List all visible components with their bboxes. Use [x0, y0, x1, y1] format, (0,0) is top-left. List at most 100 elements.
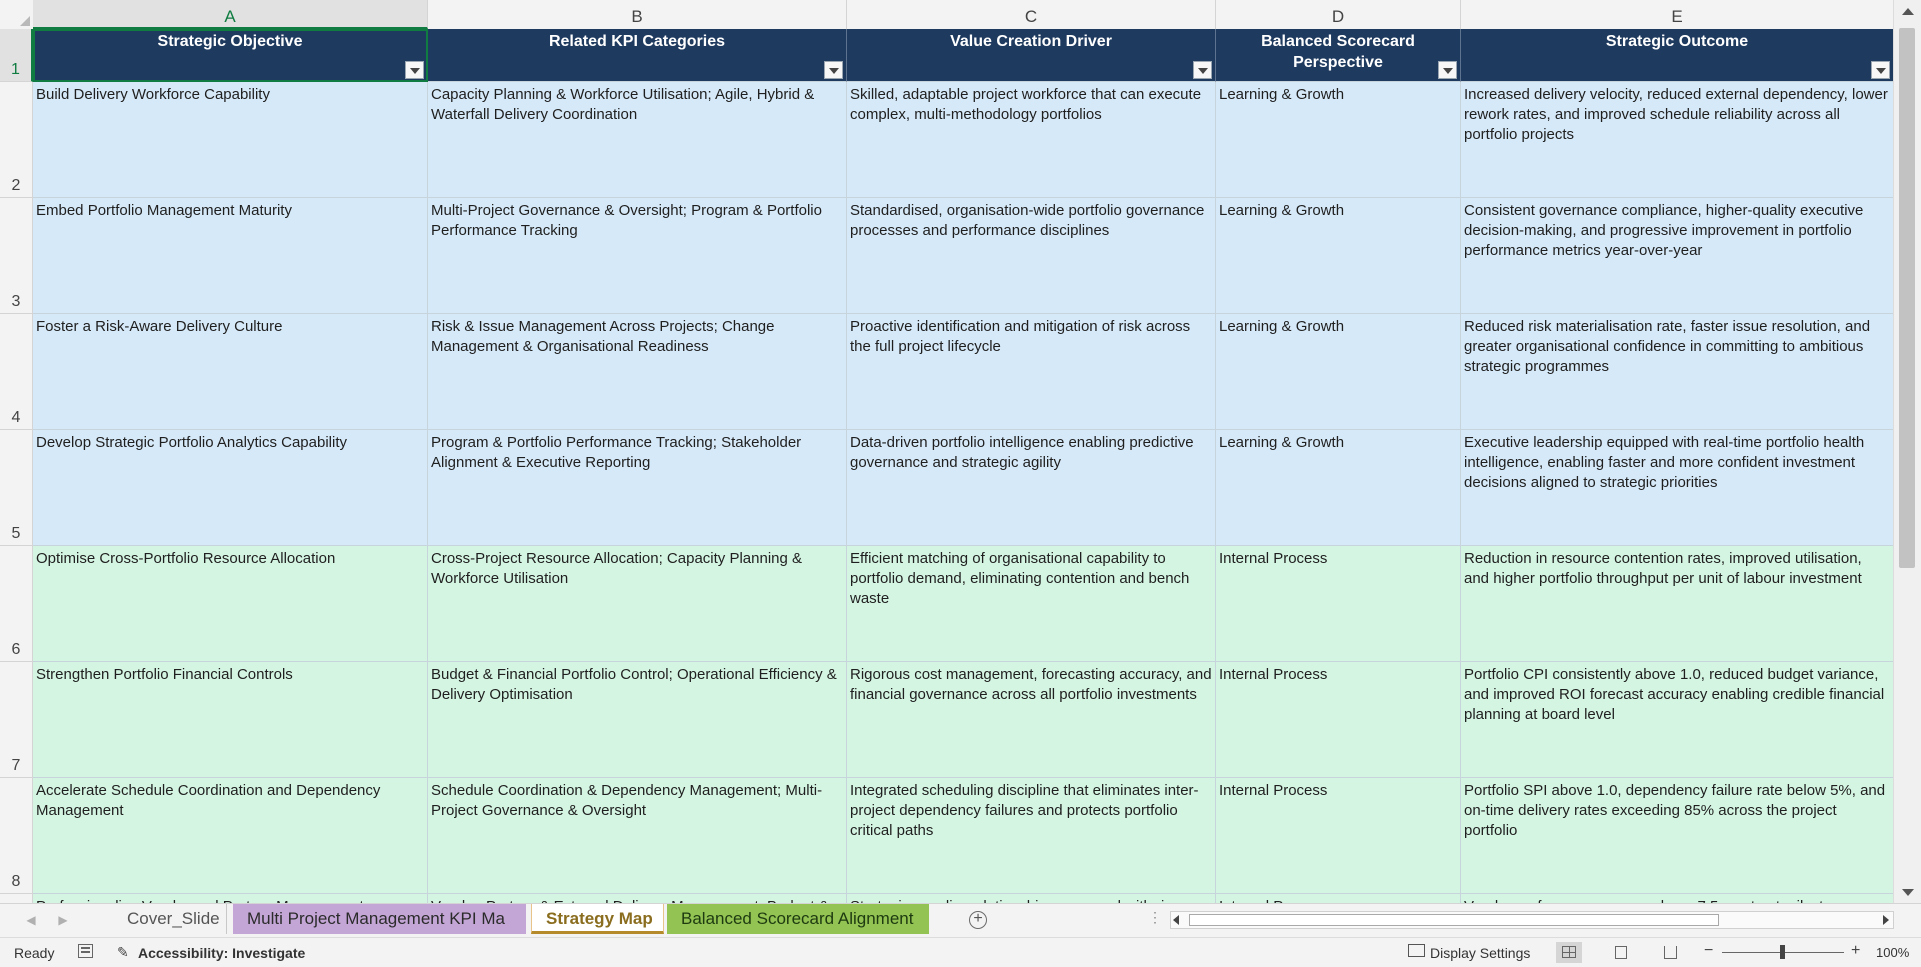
- zoom-out-icon[interactable]: −: [1704, 942, 1713, 960]
- column-header-e[interactable]: E: [1461, 0, 1894, 29]
- vertical-scroll-thumb[interactable]: [1899, 28, 1915, 568]
- cell-e6[interactable]: Reduction in resource contention rates, …: [1461, 546, 1894, 662]
- cell-c7[interactable]: Rigorous cost management, forecasting ac…: [847, 662, 1216, 778]
- page-break-preview-icon[interactable]: [1657, 942, 1683, 963]
- cell-c4[interactable]: Proactive identification and mitigation …: [847, 314, 1216, 430]
- page-layout-view-icon[interactable]: [1608, 942, 1634, 963]
- column-header-c[interactable]: C: [847, 0, 1216, 29]
- cell-d5[interactable]: Learning & Growth: [1216, 430, 1461, 546]
- cell-b7[interactable]: Budget & Financial Portfolio Control; Op…: [428, 662, 847, 778]
- zoom-level[interactable]: 100%: [1876, 945, 1909, 960]
- cell-e9[interactable]: Vendor performance scores above 7.5, con…: [1461, 894, 1894, 903]
- cell-a2[interactable]: Build Delivery Workforce Capability: [33, 82, 428, 198]
- cell-a4[interactable]: Foster a Risk-Aware Delivery Culture: [33, 314, 428, 430]
- sheet-tab-balanced-scorecard-alignment[interactable]: Balanced Scorecard Alignment: [667, 904, 929, 934]
- cell-a7[interactable]: Strengthen Portfolio Financial Controls: [33, 662, 428, 778]
- previous-sheet-icon[interactable]: ◀: [24, 912, 38, 928]
- zoom-in-icon[interactable]: +: [1851, 942, 1860, 960]
- accessibility-icon[interactable]: ✎: [117, 944, 133, 960]
- cell-c3[interactable]: Standardised, organisation-wide portfoli…: [847, 198, 1216, 314]
- column-header-a[interactable]: A: [33, 0, 428, 29]
- cell-e3[interactable]: Consistent governance compliance, higher…: [1461, 198, 1894, 314]
- scroll-right-arrow-icon[interactable]: [1883, 915, 1889, 925]
- cell-b2[interactable]: Capacity Planning & Workforce Utilisatio…: [428, 82, 847, 198]
- row-header-8[interactable]: 8: [0, 778, 33, 894]
- header-text: Balanced Scorecard Perspective: [1261, 33, 1415, 71]
- cell-a3[interactable]: Embed Portfolio Management Maturity: [33, 198, 428, 314]
- header-cell-balanced-scorecard-perspective[interactable]: Balanced Scorecard Perspective: [1216, 29, 1461, 82]
- cell-a8[interactable]: Accelerate Schedule Coordination and Dep…: [33, 778, 428, 894]
- zoom-slider-thumb[interactable]: [1780, 945, 1785, 959]
- cell-d4[interactable]: Learning & Growth: [1216, 314, 1461, 430]
- cell-e5[interactable]: Executive leadership equipped with real-…: [1461, 430, 1894, 546]
- row-header-2[interactable]: 2: [0, 82, 33, 198]
- cell-b8[interactable]: Schedule Coordination & Dependency Manag…: [428, 778, 847, 894]
- cell-c6[interactable]: Efficient matching of organisational cap…: [847, 546, 1216, 662]
- cell-b9[interactable]: Vendor, Partner & External Delivery Mana…: [428, 894, 847, 903]
- header-cell-strategic-objective[interactable]: Strategic Objective: [33, 29, 428, 82]
- cell-e4[interactable]: Reduced risk materialisation rate, faste…: [1461, 314, 1894, 430]
- header-cell-value-creation-driver[interactable]: Value Creation Driver: [847, 29, 1216, 82]
- scroll-up-arrow-icon[interactable]: [1894, 0, 1921, 22]
- cell-d2[interactable]: Learning & Growth: [1216, 82, 1461, 198]
- cell-e7[interactable]: Portfolio CPI consistently above 1.0, re…: [1461, 662, 1894, 778]
- header-cell-related-kpi-categories[interactable]: Related KPI Categories: [428, 29, 847, 82]
- cell-b6[interactable]: Cross-Project Resource Allocation; Capac…: [428, 546, 847, 662]
- filter-dropdown-icon[interactable]: [405, 61, 424, 79]
- more-options-icon[interactable]: ⋮: [1148, 909, 1162, 926]
- add-sheet-icon[interactable]: +: [969, 911, 987, 929]
- cell-c8[interactable]: Integrated scheduling discipline that el…: [847, 778, 1216, 894]
- cell-b5[interactable]: Program & Portfolio Performance Tracking…: [428, 430, 847, 546]
- sheet-tab-cover-slide[interactable]: Cover_Slide: [113, 904, 227, 934]
- next-sheet-icon[interactable]: ▶: [56, 912, 70, 928]
- header-cell-strategic-outcome[interactable]: Strategic Outcome: [1461, 29, 1894, 82]
- cell-b4[interactable]: Risk & Issue Management Across Projects;…: [428, 314, 847, 430]
- sheet-tab-strategy-map[interactable]: Strategy Map: [531, 904, 664, 934]
- cell-e8[interactable]: Portfolio SPI above 1.0, dependency fail…: [1461, 778, 1894, 894]
- cell-d6[interactable]: Internal Process: [1216, 546, 1461, 662]
- row-header-3[interactable]: 3: [0, 198, 33, 314]
- row-header-1[interactable]: 1: [0, 29, 33, 82]
- header-text: Strategic Objective: [157, 33, 303, 50]
- status-bar: Ready ✎ Accessibility: Investigate Displ…: [0, 937, 1921, 967]
- row-header-6[interactable]: 6: [0, 546, 33, 662]
- cell-c9[interactable]: Strategic supplier relationships managed…: [847, 894, 1216, 903]
- status-ready-text: Ready: [14, 945, 55, 961]
- sheet-tab-multi-project-management-kpi[interactable]: Multi Project Management KPI Ma: [233, 904, 526, 934]
- header-text: Strategic Outcome: [1605, 33, 1749, 50]
- normal-view-icon[interactable]: [1556, 942, 1582, 963]
- row-header-5[interactable]: 5: [0, 430, 33, 546]
- filter-dropdown-icon[interactable]: [824, 61, 843, 79]
- column-header-b[interactable]: B: [428, 0, 847, 29]
- scroll-down-arrow-icon[interactable]: [1894, 881, 1921, 903]
- filter-dropdown-icon[interactable]: [1193, 61, 1212, 79]
- cell-e2[interactable]: Increased delivery velocity, reduced ext…: [1461, 82, 1894, 198]
- sheet-tab-bar: ◀ ▶ Cover_Slide Multi Project Management…: [0, 903, 1921, 938]
- select-all-corner[interactable]: [0, 0, 34, 29]
- cell-d8[interactable]: Internal Process: [1216, 778, 1461, 894]
- row-header-7[interactable]: 7: [0, 662, 33, 778]
- cell-c5[interactable]: Data-driven portfolio intelligence enabl…: [847, 430, 1216, 546]
- scroll-left-arrow-icon[interactable]: [1173, 915, 1179, 925]
- accessibility-status[interactable]: Accessibility: Investigate: [138, 945, 305, 961]
- horizontal-scroll-thumb[interactable]: [1189, 914, 1719, 926]
- horizontal-scrollbar[interactable]: [1170, 911, 1894, 929]
- cell-a5[interactable]: Develop Strategic Portfolio Analytics Ca…: [33, 430, 428, 546]
- macro-recording-icon[interactable]: [78, 944, 93, 958]
- row-header-4[interactable]: 4: [0, 314, 33, 430]
- cell-d7[interactable]: Internal Process: [1216, 662, 1461, 778]
- cell-d3[interactable]: Learning & Growth: [1216, 198, 1461, 314]
- filter-dropdown-icon[interactable]: [1438, 61, 1457, 79]
- spreadsheet-grid[interactable]: A B C D E 1 Strategic Objective Related …: [0, 0, 1921, 903]
- display-settings-button[interactable]: Display Settings: [1430, 945, 1530, 961]
- display-settings-icon[interactable]: [1408, 944, 1425, 957]
- filter-dropdown-icon[interactable]: [1871, 61, 1890, 79]
- column-header-d[interactable]: D: [1216, 0, 1461, 29]
- cell-a9[interactable]: Professionalise Vendor and Partner Manag…: [33, 894, 428, 903]
- cell-c2[interactable]: Skilled, adaptable project workforce tha…: [847, 82, 1216, 198]
- vertical-scrollbar[interactable]: [1893, 0, 1921, 903]
- cell-b3[interactable]: Multi-Project Governance & Oversight; Pr…: [428, 198, 847, 314]
- cell-a6[interactable]: Optimise Cross-Portfolio Resource Alloca…: [33, 546, 428, 662]
- cell-d9[interactable]: Internal Process: [1216, 894, 1461, 903]
- row-header-9[interactable]: 9: [0, 894, 33, 903]
